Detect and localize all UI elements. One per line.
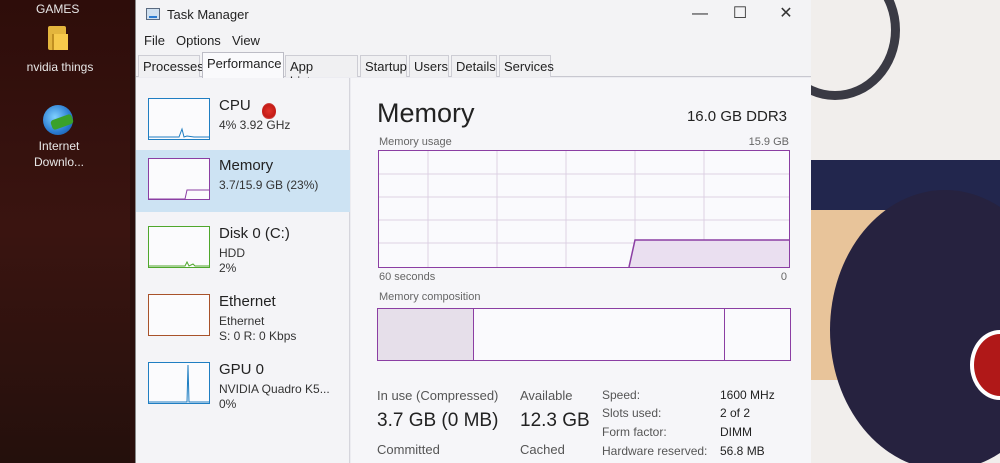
- memory-usage-max: 15.9 GB: [748, 136, 789, 148]
- menu-options[interactable]: Options: [176, 33, 221, 48]
- desktop-icon-label[interactable]: Downlo...: [24, 155, 94, 169]
- window-title: Task Manager: [167, 7, 249, 22]
- cached-label: Cached: [520, 442, 565, 457]
- desktop-icon-label[interactable]: nvidia things: [20, 60, 100, 74]
- resource-detail: S: 0 R: 0 Kbps: [219, 329, 297, 343]
- resource-detail: HDD: [219, 246, 245, 260]
- minimize-button[interactable]: —: [682, 4, 718, 26]
- spec-hw-reserved-label: Hardware reserved:: [602, 444, 708, 458]
- spec-form-factor-value: DIMM: [720, 425, 752, 439]
- resource-detail: NVIDIA Quadro K5...: [219, 382, 330, 396]
- resource-gpu[interactable]: GPU 0 NVIDIA Quadro K5... 0%: [136, 354, 350, 416]
- memory-usage-graph: [378, 150, 790, 268]
- spec-speed-value: 1600 MHz: [720, 388, 775, 402]
- internet-download-manager-icon[interactable]: [43, 105, 73, 135]
- composition-standby: [475, 309, 725, 360]
- available-value: 12.3 GB: [520, 410, 590, 431]
- memory-detail-pane: Memory 16.0 GB DDR3 Memory usage 15.9 GB…: [351, 78, 811, 463]
- desktop-left-area: GAMES nvidia things Internet Downlo...: [0, 0, 130, 463]
- resource-list: CPU 4% 3.92 GHz Memory 3.7/15.9 GB (23%)…: [136, 78, 350, 463]
- desktop-wallpaper: [810, 0, 1000, 463]
- tab-services[interactable]: Services: [499, 55, 554, 77]
- resource-disk[interactable]: Disk 0 (C:) HDD 2%: [136, 218, 350, 280]
- cpu-thumbnail-graph: [148, 98, 210, 140]
- menu-bar: File Options View: [136, 30, 811, 52]
- resource-name: Memory: [219, 157, 274, 174]
- task-manager-icon: [146, 8, 160, 20]
- memory-capacity: 16.0 GB DDR3: [686, 108, 787, 125]
- graph-time-zero: 0: [780, 271, 787, 283]
- committed-label: Committed: [377, 442, 440, 457]
- memory-usage-label: Memory usage: [379, 136, 452, 148]
- tab-users[interactable]: Users: [409, 55, 449, 77]
- resource-detail: 2%: [219, 261, 237, 275]
- title-bar[interactable]: Task Manager — ☐ ✕: [136, 0, 811, 30]
- tab-details[interactable]: Details: [451, 55, 497, 77]
- spec-speed-label: Speed:: [602, 388, 641, 402]
- tab-processes[interactable]: Processes: [138, 55, 204, 77]
- desktop-icon-label[interactable]: Internet: [24, 139, 94, 153]
- spec-slots-value: 2 of 2: [720, 406, 751, 420]
- close-button[interactable]: ✕: [768, 4, 804, 26]
- resource-ethernet[interactable]: Ethernet Ethernet S: 0 R: 0 Kbps: [136, 286, 350, 348]
- resource-detail: 0%: [219, 397, 237, 411]
- page-title: Memory: [377, 98, 475, 128]
- desktop-label-games: GAMES: [36, 2, 80, 16]
- tab-app-history[interactable]: App history: [285, 55, 358, 89]
- available-label: Available: [520, 388, 573, 403]
- spec-form-factor-label: Form factor:: [602, 425, 667, 439]
- spec-slots-label: Slots used:: [602, 406, 662, 420]
- graph-time-label: 60 seconds: [379, 271, 436, 283]
- maximize-button[interactable]: ☐: [722, 4, 758, 26]
- spec-hw-reserved-value: 56.8 MB: [720, 444, 765, 458]
- wallpaper-shape: [810, 0, 900, 100]
- composition-in-use: [378, 309, 474, 360]
- disk-thumbnail-graph: [148, 226, 210, 268]
- resource-name: GPU 0: [219, 361, 265, 378]
- gpu-thumbnail-graph: [148, 362, 210, 404]
- resource-cpu[interactable]: CPU 4% 3.92 GHz: [136, 90, 350, 152]
- composition-free: [726, 309, 790, 360]
- tab-performance[interactable]: Performance: [202, 52, 284, 78]
- resource-name: Disk 0 (C:): [219, 225, 290, 242]
- tab-startup[interactable]: Startup: [360, 55, 407, 77]
- resource-detail: Ethernet: [219, 314, 265, 328]
- ethernet-thumbnail-graph: [148, 294, 210, 336]
- resource-name: Ethernet: [219, 293, 276, 310]
- resource-name: CPU: [219, 97, 251, 114]
- memory-composition-label: Memory composition: [379, 291, 481, 303]
- in-use-label: In use (Compressed): [377, 388, 499, 403]
- menu-file[interactable]: File: [144, 33, 165, 48]
- in-use-value: 3.7 GB (0 MB): [377, 410, 499, 431]
- task-manager-window: Task Manager — ☐ ✕ File Options View Pro…: [135, 0, 811, 463]
- folder-icon[interactable]: [48, 26, 68, 50]
- memory-composition-bar: [377, 308, 791, 361]
- menu-view[interactable]: View: [232, 33, 260, 48]
- resource-memory[interactable]: Memory 3.7/15.9 GB (23%): [136, 150, 350, 212]
- resource-detail: 4% 3.92 GHz: [219, 118, 291, 132]
- resource-detail: 3.7/15.9 GB (23%): [219, 178, 319, 192]
- tab-strip: Processes Performance App history Startu…: [136, 52, 811, 89]
- mouse-cursor-icon: [262, 103, 276, 119]
- memory-thumbnail-graph: [148, 158, 210, 200]
